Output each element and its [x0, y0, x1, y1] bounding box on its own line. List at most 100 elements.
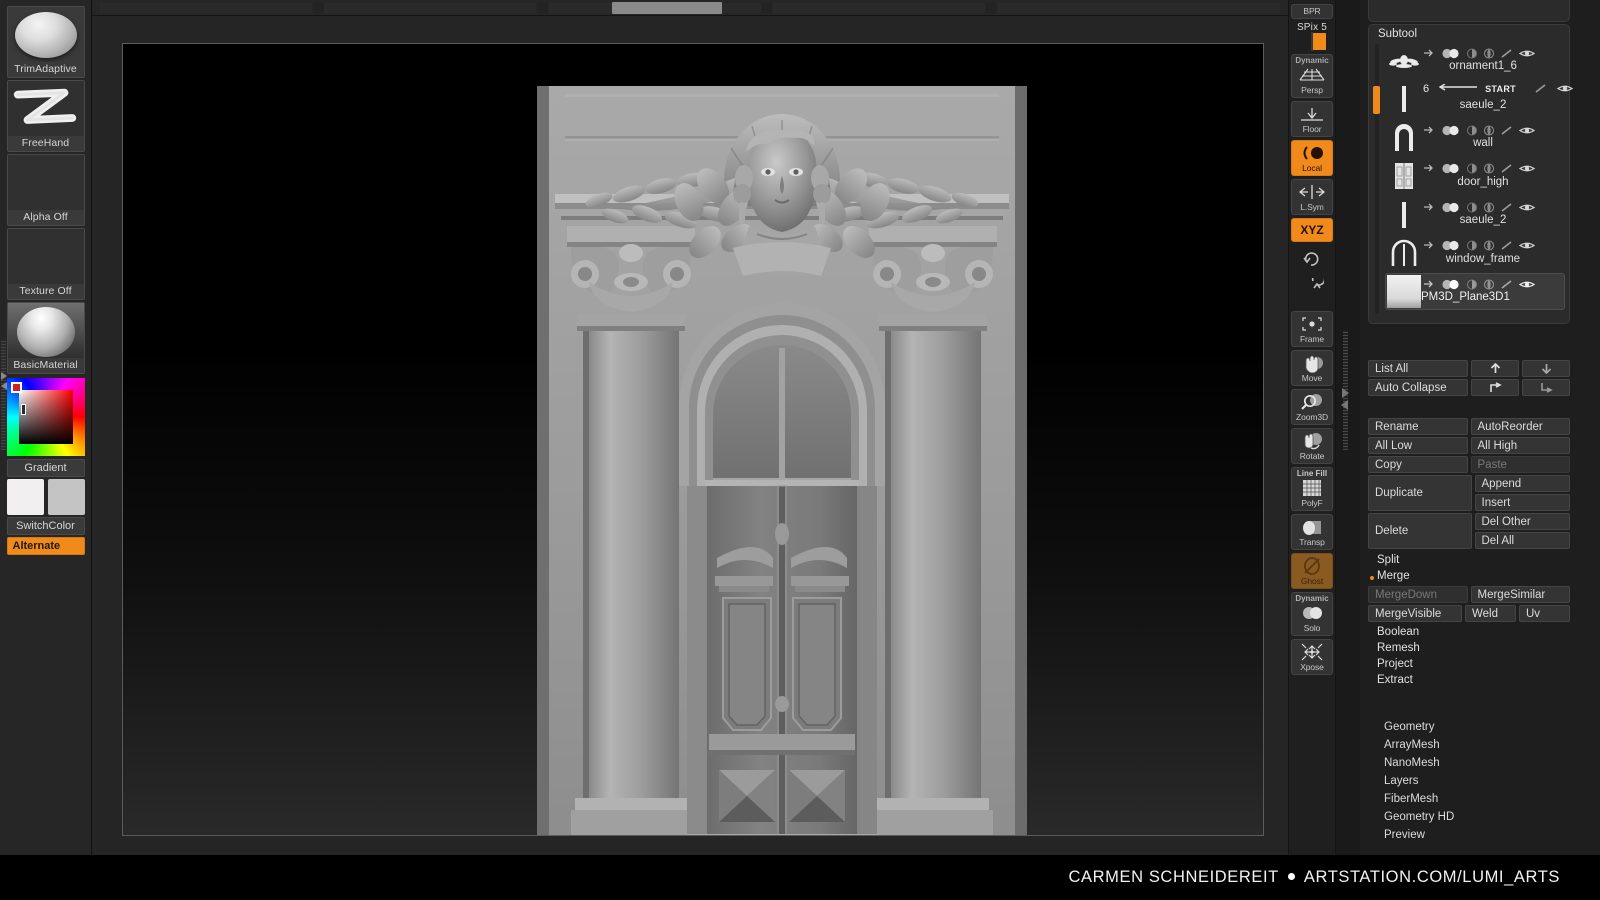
frame-button[interactable]: Frame [1291, 311, 1333, 347]
saturation-value-square[interactable] [18, 390, 73, 444]
tray-grip[interactable] [1, 340, 6, 450]
subtool-row-wall[interactable]: wall [1369, 119, 1569, 158]
rotate-ccw-button[interactable] [1291, 275, 1333, 302]
panel-arrow-right-icon[interactable] [1342, 388, 1349, 398]
extract-section[interactable]: Extract [1368, 672, 1570, 688]
boolean-section[interactable]: Boolean [1368, 624, 1570, 640]
uv-button[interactable]: Uv [1519, 605, 1570, 622]
alternate-button[interactable]: Alternate [6, 537, 85, 555]
spix-slider-track[interactable] [1311, 31, 1326, 51]
subtool-row-icons[interactable] [1423, 239, 1571, 253]
transp-button[interactable]: Transp [1291, 514, 1333, 550]
hue-wheel[interactable] [6, 378, 85, 456]
menu-item-layers[interactable]: Layers [1368, 772, 1600, 790]
panel-arrow-left-icon[interactable] [1341, 400, 1348, 410]
color-picker[interactable] [6, 378, 85, 456]
outdent-button[interactable] [1522, 379, 1570, 396]
subtool-row-saeule_2-selected[interactable]: 6 START saeule_2 [1369, 81, 1573, 120]
scrollbar-thumb[interactable] [612, 2, 722, 14]
bpr-render-button[interactable]: BPR [1291, 4, 1333, 19]
subtool-row-window_frame[interactable]: window_frame [1369, 235, 1569, 274]
stroke-label: FreeHand [7, 136, 84, 151]
floor-button[interactable]: Floor [1291, 101, 1333, 138]
right-panel-resize-handle[interactable] [1336, 0, 1360, 855]
all-low-button[interactable]: All Low [1368, 437, 1468, 454]
canvas-area[interactable] [92, 16, 1288, 855]
document-canvas[interactable] [123, 44, 1263, 835]
xyz-button[interactable]: XYZ [1291, 218, 1333, 242]
canvas-top-scrollbar[interactable] [92, 0, 1288, 16]
del-all-button[interactable]: Del All [1474, 532, 1570, 549]
brush-selector[interactable]: TrimAdaptive [6, 6, 85, 78]
rotate-cw-button[interactable] [1291, 245, 1333, 272]
rotate-label: Rotate [1299, 450, 1325, 461]
secondary-color-swatch[interactable] [47, 479, 85, 515]
menu-item-nanomesh[interactable]: NanoMesh [1368, 754, 1600, 772]
tray-arrow-right-icon[interactable] [1, 372, 7, 380]
remesh-section[interactable]: Remesh [1368, 640, 1570, 656]
subtool-row-door_high[interactable]: door_high [1369, 158, 1569, 197]
main-color-swatch[interactable] [6, 479, 44, 515]
del-other-button[interactable]: Del Other [1474, 513, 1570, 530]
project-section[interactable]: Project [1368, 656, 1570, 672]
picker-cursor [20, 404, 26, 415]
zoom3d-button[interactable]: Zoom3D [1291, 388, 1333, 425]
alpha-selector[interactable]: Alpha Off [6, 154, 85, 226]
ghost-button[interactable]: Ghost [1291, 552, 1333, 589]
move-down-button[interactable] [1522, 360, 1570, 377]
polypaint-icon [1483, 124, 1495, 136]
polyframe-button[interactable]: Line Fill PolyF [1291, 466, 1333, 511]
insert-button[interactable]: Insert [1474, 494, 1570, 511]
menu-item-arraymesh[interactable]: ArrayMesh [1368, 736, 1600, 754]
append-button[interactable]: Append [1474, 475, 1570, 492]
tray-arrow-left-icon[interactable] [1, 382, 7, 390]
stroke-selector[interactable]: FreeHand [6, 80, 85, 152]
delete-button[interactable]: Delete [1368, 513, 1472, 549]
menu-item-preview[interactable]: Preview [1368, 826, 1600, 844]
local-button[interactable]: Local [1291, 140, 1333, 177]
subtool-row-saeule_2[interactable]: saeule_2 [1369, 196, 1569, 235]
rename-button[interactable]: Rename [1368, 418, 1468, 435]
merge-section[interactable]: Merge [1368, 568, 1570, 584]
texture-selector[interactable]: Texture Off [6, 228, 85, 300]
solo-button[interactable]: Dynamic Solo [1291, 591, 1333, 637]
mergevisible-button[interactable]: MergeVisible [1368, 605, 1462, 622]
auto-collapse-button[interactable]: Auto Collapse [1368, 379, 1468, 396]
document-frame[interactable] [122, 43, 1264, 836]
perspective-button[interactable]: Dynamic Persp [1291, 53, 1333, 99]
rotate-button[interactable]: Rotate [1291, 427, 1333, 464]
autoreorder-button[interactable]: AutoReorder [1470, 418, 1570, 435]
list-all-button[interactable]: List All [1368, 360, 1468, 377]
subtool-row-icons[interactable] [1423, 277, 1571, 291]
ornate-door-sculpt[interactable] [537, 86, 1027, 835]
move-button[interactable]: Move [1291, 349, 1333, 386]
gradient-button[interactable]: Gradient [6, 459, 85, 477]
indent-button[interactable] [1471, 379, 1519, 396]
subtool-row-PM3D_Plane3D1[interactable]: PM3D_Plane3D1 [1369, 273, 1569, 312]
subtool-row-icons[interactable] [1423, 46, 1571, 60]
subtool-row-icons[interactable] [1423, 123, 1571, 137]
tool-palette-preview[interactable] [1368, 0, 1570, 22]
material-selector[interactable]: BasicMaterial [6, 302, 85, 374]
duplicate-button[interactable]: Duplicate [1368, 475, 1472, 511]
subtool-start-row[interactable]: 6 START [1423, 83, 1573, 95]
spix-slider[interactable]: SPix 5 [1291, 22, 1333, 51]
subtool-list[interactable]: ornament1_6 6 START saeule_2 wall door_h… [1369, 42, 1573, 316]
copy-button[interactable]: Copy [1368, 456, 1468, 473]
xpose-button[interactable]: Xpose [1291, 639, 1333, 676]
mergesimilar-button[interactable]: MergeSimilar [1470, 586, 1570, 603]
subtool-row-icons[interactable] [1423, 162, 1571, 176]
menu-item-fibermesh[interactable]: FiberMesh [1368, 790, 1600, 808]
weld-button[interactable]: Weld [1465, 605, 1516, 622]
all-high-button[interactable]: All High [1470, 437, 1570, 454]
move-up-button[interactable] [1471, 360, 1519, 377]
subtool-row-ornament1_6[interactable]: ornament1_6 [1369, 42, 1569, 81]
switchcolor-button[interactable]: SwitchColor [6, 517, 85, 535]
menu-item-geometry-hd[interactable]: Geometry HD [1368, 808, 1600, 826]
local-symmetry-button[interactable]: L.Sym [1291, 179, 1333, 215]
local-pivot-icon [1292, 143, 1332, 164]
split-section[interactable]: Split [1368, 552, 1570, 568]
tray-arrows[interactable] [0, 370, 10, 392]
subtool-row-icons[interactable] [1423, 200, 1571, 214]
menu-item-geometry[interactable]: Geometry [1368, 718, 1600, 736]
